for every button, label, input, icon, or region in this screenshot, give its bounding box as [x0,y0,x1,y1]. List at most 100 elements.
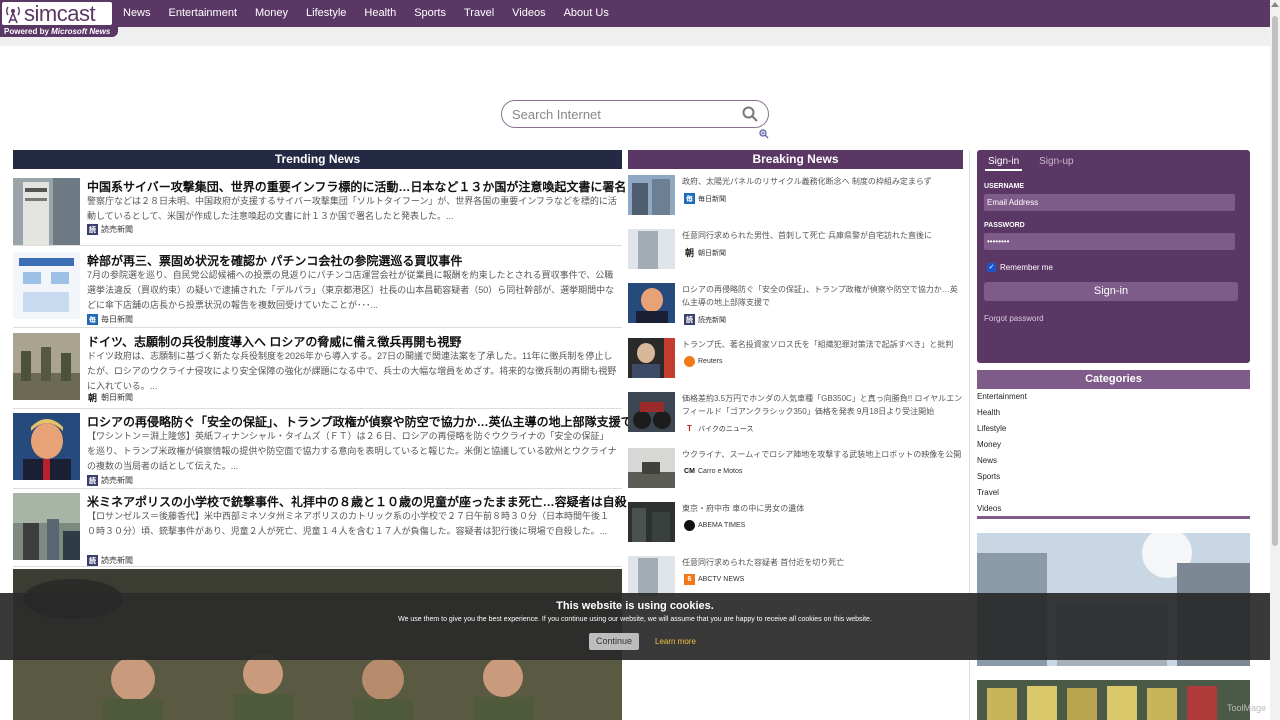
breaking-title[interactable]: 任意同行求められた容疑者 首付近を切り死亡 [682,556,963,569]
trending-desc: 【ワシントン＝淵上隆悠】英紙フィナンシャル・タイムズ（ＦＴ）は２６日、ロシアの再… [87,431,617,471]
source-name: ABEMA TIMES [698,522,746,529]
username-field[interactable]: Email Address [984,194,1235,211]
nav-news[interactable]: News [114,0,160,27]
nav-money[interactable]: Money [246,0,297,27]
source-name: 毎日新聞 [698,195,726,203]
tab-signin[interactable]: Sign-in [985,156,1023,171]
trending-item[interactable]: 幹部が再三、票固め状況を確認か パチンコ会社の参院選巡る買収事件 7月の参院選を… [13,252,622,328]
trending-thumb[interactable] [13,333,80,400]
breaking-thumb[interactable] [628,556,675,596]
cookie-learn-more-link[interactable]: Learn more [655,637,696,646]
nav-videos[interactable]: Videos [503,0,554,27]
breaking-title[interactable]: トランプ氏、著名投資家ソロス氏を「組織犯罪対策法で起訴すべき」と批判 [682,338,963,351]
mainichi-icon: 毎 [87,314,98,325]
trending-title[interactable]: 幹部が再三、票固め状況を確認か パチンコ会社の参院選巡る買収事件 [87,252,462,269]
trending-thumb[interactable] [13,178,80,245]
signin-button[interactable]: Sign-in [984,282,1238,301]
scroll-thumb[interactable] [1272,16,1278,546]
trending-thumb[interactable] [13,493,80,560]
source-name: 毎日新聞 [101,315,133,324]
category-health[interactable]: Health [977,408,1027,424]
trending-title[interactable]: 米ミネアポリスの小学校で銃撃事件、礼拝中の８歳と１０歳の児童が座ったまま死亡…容… [87,493,627,510]
reuters-icon [684,356,695,367]
breaking-thumb[interactable] [628,283,675,323]
trending-item[interactable]: 米ミネアポリスの小学校で銃撃事件、礼拝中の８歳と１０歳の児童が座ったまま死亡…容… [13,493,627,567]
breaking-item[interactable]: ロシアの再侵略防ぐ「安全の保証」、トランプ政権が偵察や防空で協力か…英仏主導の地… [628,283,963,327]
category-travel[interactable]: Travel [977,488,1027,504]
site-logo[interactable]: simcast Powered by Microsoft News [0,0,118,37]
category-sports[interactable]: Sports [977,472,1027,488]
nav-about-us[interactable]: About Us [555,0,618,27]
breaking-item[interactable]: 価格差約3.5万円でホンダの人気車種「GB350C」と真っ向勝負!! ロイヤルエ… [628,392,963,436]
source-name: ABCTV NEWS [698,576,745,583]
breaking-thumb[interactable] [628,392,675,432]
trending-thumb[interactable] [13,413,80,480]
category-news[interactable]: News [977,456,1027,472]
trending-title[interactable]: 中国系サイバー攻撃集団、世界の重要インフラ標的に活動…日本など１３か国が注意喚起… [87,178,626,195]
bike-news-icon: T [684,423,695,434]
nav-sports[interactable]: Sports [405,0,455,27]
breaking-thumb[interactable] [628,448,675,488]
password-label: PASSWORD [984,222,1025,229]
trending-item[interactable]: ドイツ、志願制の兵役制度導入へ ロシアの脅威に備え徴兵再開も視野 ドイツ政府は、… [13,333,622,409]
breaking-item[interactable]: 政府、太陽光パネルのリサイクル義務化断念へ 制度の枠組み定まらず 毎毎日新聞 [628,175,963,219]
breaking-thumb[interactable] [628,502,675,542]
category-entertainment[interactable]: Entertainment [977,392,1027,408]
trending-title[interactable]: ドイツ、志願制の兵役制度導入へ ロシアの脅威に備え徴兵再開も視野 [87,333,461,350]
breaking-item[interactable]: トランプ氏、著名投資家ソロス氏を「組織犯罪対策法で起訴すべき」と批判 Reute… [628,338,963,382]
nav-lifestyle[interactable]: Lifestyle [297,0,355,27]
trending-item[interactable]: ロシアの再侵略防ぐ「安全の保証」、トランプ政権が偵察や防空で協力か…英仏主導の地… [13,413,633,489]
breaking-source: Reuters [684,356,723,367]
breaking-thumb[interactable] [628,229,675,269]
yomiuri-icon: 読 [684,314,695,325]
breaking-title[interactable]: 政府、太陽光パネルのリサイクル義務化断念へ 制度の枠組み定まらず [682,175,963,188]
search-icon[interactable] [742,106,758,122]
zoom-icon[interactable] [759,129,769,139]
username-label: USERNAME [984,183,1025,190]
side-photo[interactable] [977,680,1250,720]
breaking-item[interactable]: ウクライナ、スームィでロシア陣地を攻撃する武装地上ロボットの映像を公開 CM Ca… [628,448,963,492]
logo-badge: simcast [2,2,112,25]
nav-health[interactable]: Health [355,0,405,27]
trending-desc: 警察庁などは２８日未明、中国政府が支援するサイバー攻撃集団「ソルトタイフーン」が… [87,196,617,221]
trending-source: 読読売新聞 [87,475,133,486]
breaking-thumb[interactable] [628,175,675,215]
powered-brand: Microsoft News [51,27,111,36]
source-name: 読売新聞 [101,556,133,565]
trending-source: 読読売新聞 [87,555,133,566]
password-field[interactable]: •••••••• [984,233,1235,250]
trending-item[interactable]: 中国系サイバー攻撃集団、世界の重要インフラ標的に活動…日本など１３か国が注意喚起… [13,178,626,246]
scroll-up-icon[interactable] [1271,2,1279,7]
breaking-title[interactable]: 東京・府中市 車の中に男女の遺体 [682,502,963,515]
breaking-title[interactable]: ロシアの再侵略防ぐ「安全の保証」、トランプ政権が偵察や防空で協力か…英仏主導の地… [682,283,963,309]
cookie-banner: This website is using cookies. We use th… [0,593,1270,660]
breaking-item[interactable]: 任意同行求められた容疑者 首付近を切り死亡 6 ABCTV NEWS [628,556,963,596]
breaking-title[interactable]: 任意同行求められた男性、首刺して死亡 兵庫県警が自宅訪れた直後に [682,229,963,242]
source-name: 朝日新聞 [698,249,726,257]
breaking-title[interactable]: 価格差約3.5万円でホンダの人気車種「GB350C」と真っ向勝負!! ロイヤルエ… [682,392,963,418]
trending-title[interactable]: ロシアの再侵略防ぐ「安全の保証」、トランプ政権が偵察や防空で協力か…英仏主導の地… [87,413,633,430]
breaking-source: 毎毎日新聞 [684,193,726,204]
nav-entertainment[interactable]: Entertainment [160,0,246,27]
main-nav: News Entertainment Money Lifestyle Healt… [114,0,618,27]
mainichi-icon: 毎 [684,193,695,204]
categories-heading: Categories [977,370,1250,389]
tab-signup[interactable]: Sign-up [1036,156,1076,171]
cookie-continue-button[interactable]: Continue [589,633,639,650]
search-input[interactable] [512,106,732,122]
trending-source: 毎毎日新聞 [87,314,133,325]
forgot-password-link[interactable]: Forgot password [984,314,1044,323]
breaking-item[interactable]: 任意同行求められた男性、首刺して死亡 兵庫県警が自宅訪れた直後に 朝朝日新聞 [628,229,963,273]
logo-text: simcast [24,0,96,26]
nav-travel[interactable]: Travel [455,0,503,27]
search-box [501,100,769,128]
page-scrollbar[interactable] [1270,0,1280,720]
trending-thumb[interactable] [13,252,80,319]
category-lifestyle[interactable]: Lifestyle [977,424,1027,440]
breaking-item[interactable]: 東京・府中市 車の中に男女の遺体 ABEMA TIMES [628,502,963,546]
breaking-title[interactable]: ウクライナ、スームィでロシア陣地を攻撃する武装地上ロボットの映像を公開 [682,448,963,461]
source-name: Carro e Motos [698,468,743,475]
remember-checkbox[interactable]: ✓ [987,263,996,272]
category-money[interactable]: Money [977,440,1027,456]
breaking-thumb[interactable] [628,338,675,378]
